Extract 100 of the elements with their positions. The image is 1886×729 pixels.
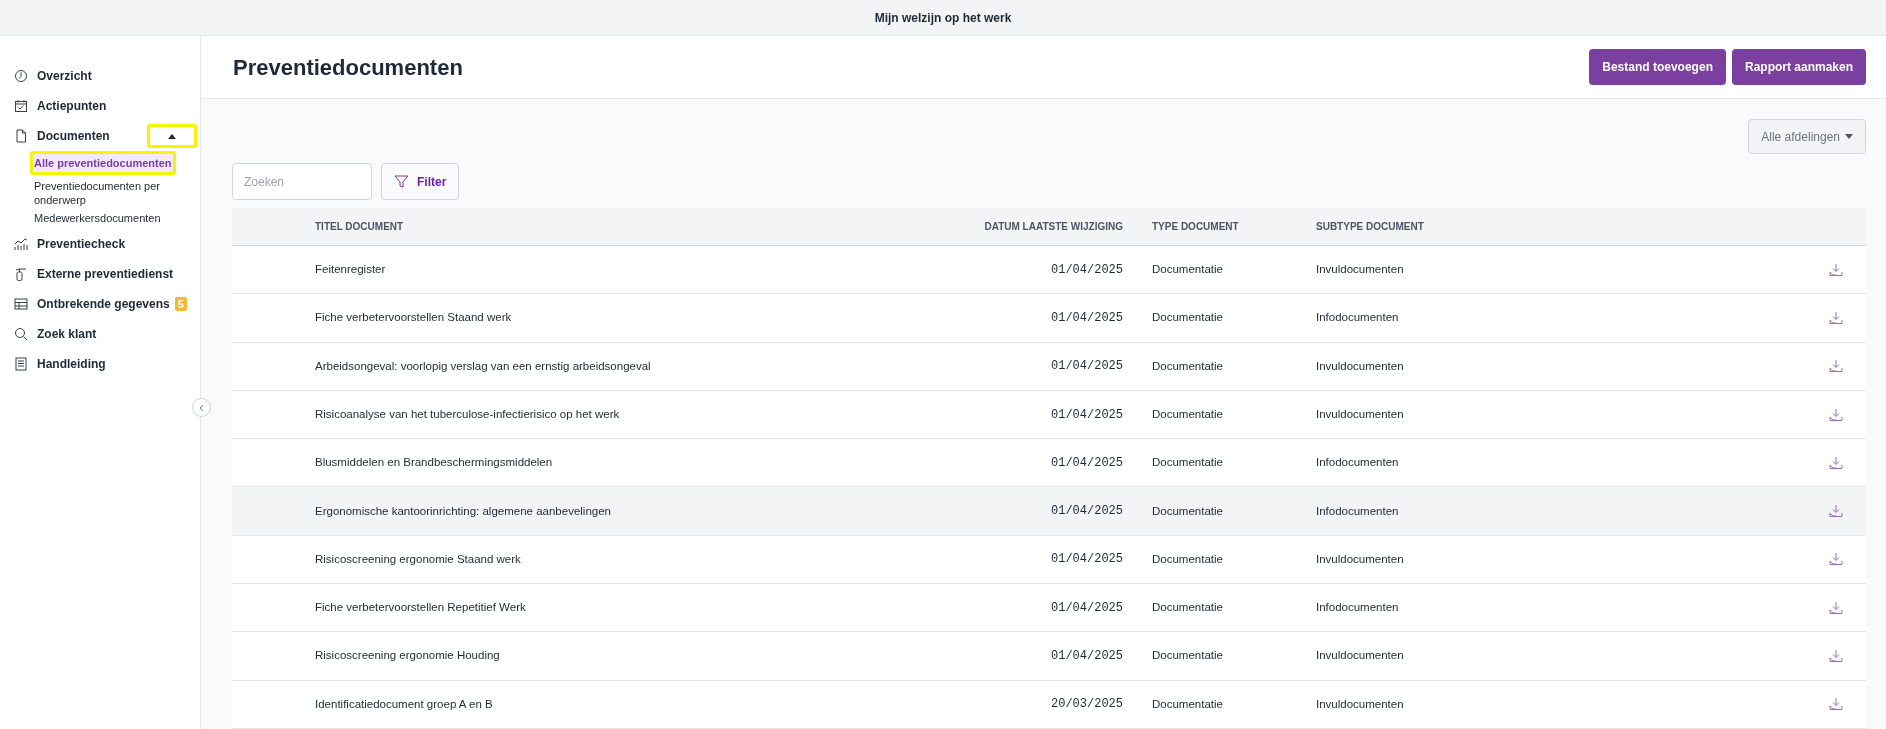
download-button[interactable] — [1828, 309, 1844, 326]
sidebar-item[interactable]: Preventiecheck — [14, 235, 126, 253]
table-row[interactable]: Fiche verbetervoorstellen Repetitief Werk 01/04/2025 Documentatie Infodocumenten — [232, 584, 1866, 633]
table-cell-text: Fiche verbetervoorstellen Staand werk — [314, 310, 513, 326]
table-cell-text: Invuldocumenten — [1316, 648, 1405, 664]
table-cell-text: Invuldocumenten — [1316, 551, 1405, 567]
header-button[interactable]: Bestand toevoegen — [1589, 49, 1726, 85]
sidebar-subitem[interactable]: Preventiedocumenten per onderwerp — [34, 179, 192, 207]
table-cell-text: Identificatiedocument groep A en B — [314, 696, 494, 712]
table-cell-text: Risicoscreening ergonomie Staand werk — [314, 551, 522, 567]
table-cell-text: Invuldocumenten — [1316, 696, 1405, 712]
page-title: Preventiedocumenten — [233, 53, 463, 82]
table-cell-text: Infodocumenten — [1316, 503, 1400, 519]
download-button[interactable] — [1828, 503, 1844, 520]
clock-icon — [14, 69, 28, 83]
column-header: TYPE DOCUMENT — [1152, 220, 1240, 234]
table-cell-text: Feitenregister — [314, 262, 387, 277]
sidebar-item[interactable]: Handleiding — [14, 355, 106, 373]
table-cell-text: Infodocumenten — [1316, 455, 1400, 471]
table-cell-text: 01/04/2025 — [1050, 358, 1124, 376]
download-button[interactable] — [1828, 551, 1844, 568]
table-row[interactable]: Risicoscreening ergonomie Houding 01/04/2025 Documentatie Invuldocumenten — [232, 632, 1866, 681]
table-icon — [14, 297, 28, 311]
download-icon — [1829, 649, 1843, 663]
sidebar-item[interactable]: Externe preventiedienst — [14, 265, 174, 283]
table-cell-text: Documentatie — [1152, 600, 1224, 616]
document-icon — [14, 129, 28, 143]
sidebar-subitem[interactable]: Alle preventiedocumenten — [30, 151, 176, 175]
header-button[interactable]: Rapport aanmaken — [1731, 49, 1866, 85]
table-cell-text: 01/04/2025 — [1050, 406, 1124, 424]
table-cell-text: Fiche verbetervoorstellen Repetitief Werk — [314, 600, 527, 616]
sidebar-subitem[interactable]: Medewerkersdocumenten — [34, 211, 192, 225]
caret-down-icon — [1845, 134, 1853, 139]
table-cell-text: 01/04/2025 — [1050, 648, 1124, 665]
table-cell-text: Arbeidsongeval: voorlopig verslag van een ernstig arbeidsongeval — [314, 358, 652, 374]
table-row[interactable]: Risicoscreening ergonomie Staand werk 01/04/2025 Documentatie Invuldocumenten — [232, 535, 1866, 585]
extinguisher-icon — [14, 267, 28, 281]
download-button[interactable] — [1828, 406, 1844, 423]
filter-button[interactable]: Filter — [381, 163, 460, 200]
table-cell-text: Documentatie — [1152, 262, 1224, 277]
table-cell-text: Risicoscreening ergonomie Houding — [314, 648, 501, 664]
table-cell-text: Documentatie — [1152, 455, 1224, 471]
download-button[interactable] — [1828, 261, 1844, 278]
table-cell-text: Invuldocumenten — [1316, 406, 1405, 422]
sidebar-item[interactable]: Zoek klant — [14, 325, 97, 343]
download-icon — [1829, 600, 1843, 615]
download-button[interactable] — [1828, 696, 1844, 713]
calendar-icon — [14, 99, 28, 113]
table-cell-text: Blusmiddelen en Brandbeschermingsmiddelen — [314, 455, 554, 471]
caret-icon — [168, 133, 176, 139]
download-button[interactable] — [1828, 599, 1844, 616]
table-cell-text: 01/04/2025 — [1050, 599, 1124, 617]
department-dropdown[interactable]: Alle afdelingen — [1748, 119, 1866, 154]
download-button[interactable] — [1828, 648, 1844, 664]
filter-icon — [394, 175, 409, 188]
table-cell-text: 01/04/2025 — [1050, 551, 1124, 569]
column-header: TITEL DOCUMENT — [314, 220, 405, 234]
expand-toggle[interactable] — [147, 124, 197, 148]
sidebar-item[interactable]: Documenten — [14, 127, 110, 145]
table-row[interactable]: Risicoanalyse van het tuberculose-infectierisico op het werk 01/04/2025 Documentatie Invuldocumenten — [232, 390, 1866, 440]
app-title: Mijn welzijn op het werk — [874, 9, 1012, 27]
table-cell-text: Infodocumenten — [1316, 310, 1400, 326]
table-row[interactable]: Identificatiedocument groep A en B 20/03/2025 Documentatie Invuldocumenten — [232, 680, 1866, 729]
table-row[interactable]: Ergonomische kantoorinrichting: algemene aanbevelingen 01/04/2025 Documentatie Infodocumenten — [232, 487, 1866, 536]
sidebar-item[interactable]: Ontbrekende gegevens — [14, 295, 170, 313]
column-header: SUBTYPE DOCUMENT — [1316, 220, 1425, 234]
table-cell-text: Documentatie — [1152, 406, 1224, 422]
table-cell-text: Documentatie — [1152, 551, 1224, 567]
download-icon — [1829, 504, 1843, 519]
table-cell-text: Invuldocumenten — [1316, 262, 1405, 277]
chart-icon — [14, 237, 28, 251]
table-cell-text: Documentatie — [1152, 696, 1224, 712]
table-cell-text: Invuldocumenten — [1316, 358, 1405, 374]
download-button[interactable] — [1828, 454, 1844, 471]
download-icon — [1829, 359, 1843, 374]
table-cell-text: 01/04/2025 — [1050, 454, 1124, 472]
table-row[interactable]: Feitenregister 01/04/2025 Documentatie Invuldocumenten — [232, 246, 1866, 295]
download-icon — [1829, 455, 1843, 470]
search-icon — [14, 327, 28, 341]
table-cell-text: Documentatie — [1152, 358, 1224, 374]
download-button[interactable] — [1828, 358, 1844, 375]
search-field[interactable]: Zoeken — [232, 163, 372, 200]
sidebar-item[interactable]: Overzicht — [14, 67, 92, 85]
sidebar-item[interactable]: Actiepunten — [14, 97, 107, 115]
table-row[interactable]: Fiche verbetervoorstellen Staand werk 01/04/2025 Documentatie Infodocumenten — [232, 294, 1866, 343]
table-cell-text: 01/04/2025 — [1050, 503, 1124, 521]
table-cell-text: Infodocumenten — [1316, 600, 1400, 616]
table-cell-text: 01/04/2025 — [1050, 309, 1124, 327]
table-cell-text: 01/04/2025 — [1050, 261, 1124, 279]
book-icon — [14, 357, 28, 371]
table-cell-text: Ergonomische kantoorinrichting: algemene aanbevelingen — [314, 503, 612, 519]
table-row[interactable]: Blusmiddelen en Brandbeschermingsmiddelen 01/04/2025 Documentatie Infodocumenten — [232, 439, 1866, 488]
download-icon — [1829, 310, 1843, 325]
table-row[interactable]: Arbeidsongeval: voorlopig verslag van een ernstig arbeidsongeval 01/04/2025 Documentatie Invuldocumenten — [232, 342, 1866, 391]
chevron-left-icon — [197, 403, 206, 412]
table-cell-text: Documentatie — [1152, 310, 1224, 326]
table-cell-text: Documentatie — [1152, 503, 1224, 519]
download-icon — [1829, 697, 1843, 712]
download-icon — [1829, 262, 1843, 277]
table-cell-text: Risicoanalyse van het tuberculose-infectierisico op het werk — [314, 406, 621, 422]
